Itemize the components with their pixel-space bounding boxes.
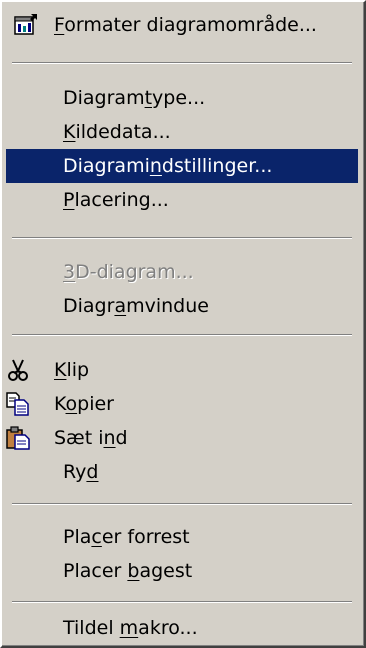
menu-item-source-data[interactable]: Kildedata...	[6, 115, 358, 149]
menu-item-location[interactable]: Placering...	[6, 183, 358, 217]
menu-item-cut[interactable]: Klip	[6, 353, 358, 387]
menu-item-bring-to-front[interactable]: Placer forrest	[6, 520, 358, 554]
menu-separator	[12, 601, 352, 603]
scissors-icon	[6, 358, 30, 382]
menu-item-chart-options[interactable]: Diagramindstillinger...	[6, 149, 358, 183]
chart-context-menu: Formater diagramområde... Diagramtype...…	[0, 0, 366, 648]
menu-separator	[12, 334, 352, 336]
menu-separator	[12, 503, 352, 505]
menu-item-chart-window[interactable]: Diagramvindue	[6, 289, 358, 323]
menu-item-chart-type[interactable]: Diagramtype...	[6, 81, 358, 115]
menu-item-assign-macro[interactable]: Tildel makro...	[6, 611, 358, 645]
menu-item-copy[interactable]: Kopier	[6, 387, 358, 421]
menu-item-clear[interactable]: Ryd	[6, 455, 358, 489]
format-chart-area-icon	[14, 13, 38, 37]
menu-separator	[12, 62, 352, 64]
paste-clipboard-icon	[6, 426, 30, 450]
menu-separator	[12, 237, 352, 239]
menu-item-format-chart-area[interactable]: Formater diagramområde...	[6, 8, 358, 42]
menu-item-3d-view: 3D-diagram...	[63, 261, 194, 283]
menu-item-paste[interactable]: Sæt ind	[6, 421, 358, 455]
menu-item-send-to-back[interactable]: Placer bagest	[6, 554, 358, 588]
copy-icon	[6, 392, 30, 416]
